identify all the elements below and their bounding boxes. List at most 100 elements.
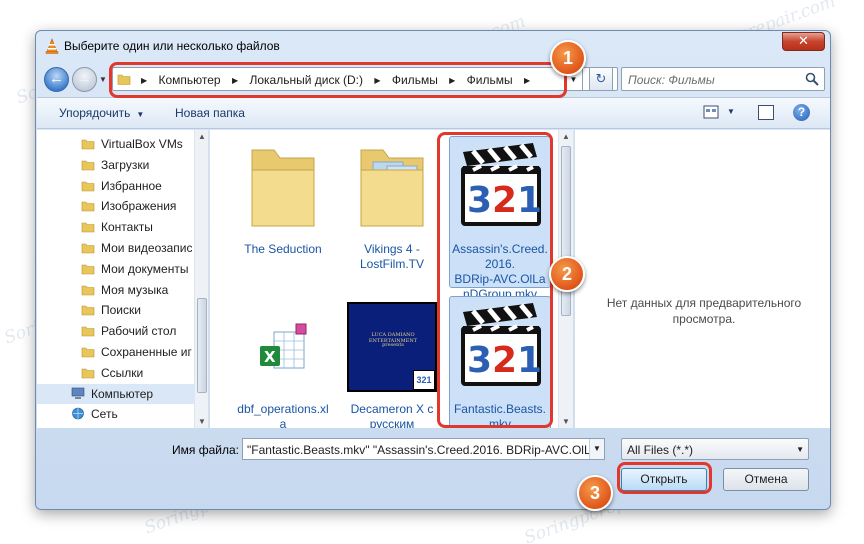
folder-icon (117, 74, 131, 85)
sidebar-item-label: Изображения (101, 199, 177, 214)
organize-button[interactable]: Упорядочить ▼ (59, 106, 144, 120)
scroll-down-icon[interactable]: ▼ (562, 417, 570, 426)
chevron-right-icon[interactable]: ▶ (374, 76, 380, 85)
folder-icon (81, 222, 95, 233)
sidebar-item[interactable]: Изображения (37, 196, 195, 216)
file-type-value: All Files (*.*) (627, 443, 694, 457)
title-bar[interactable]: Выберите один или несколько файлов ✕ (36, 31, 830, 61)
file-item[interactable]: The Seduction (232, 140, 334, 290)
chevron-right-icon[interactable]: ▶ (232, 76, 238, 85)
search-input[interactable]: Поиск: Фильмы (621, 67, 825, 91)
folder-icon (81, 326, 95, 337)
folder-icon (81, 368, 95, 379)
sidebar-item[interactable]: Мои видеозапис (37, 238, 195, 258)
back-button[interactable]: ← (44, 67, 69, 92)
breadcrumb-item[interactable]: Локальный диск (D:) (249, 73, 363, 87)
folder-icon (81, 306, 95, 316)
sidebar-item[interactable]: Контакты (37, 217, 195, 237)
sidebar-item-label: Компьютер (91, 386, 154, 401)
file-name-line: Decameron X с (350, 402, 434, 416)
sidebar-item[interactable]: Сохраненные иг (37, 342, 195, 362)
file-name-line: BDRip-AVC.OlLa (454, 272, 546, 286)
nav-scrollbar[interactable]: ▲ ▼ (194, 130, 208, 428)
sidebar-item[interactable]: Сеть (37, 404, 195, 424)
chevron-right-icon[interactable]: ▶ (141, 76, 147, 85)
sidebar-item-label: Сеть (91, 407, 118, 422)
sidebar-item[interactable]: Загрузки (37, 155, 195, 175)
sidebar-item[interactable]: Моя музыка (37, 280, 195, 300)
sidebar-item[interactable]: Ссылки (37, 363, 195, 383)
file-item[interactable]: 3 2 1 Assassin's.Creed. 2016. BDRip-AVC.OlLa n… (449, 136, 551, 301)
command-bar: Упорядочить ▼ Новая папка ▼ ? (37, 97, 830, 129)
chevron-right-icon[interactable]: ▶ (449, 76, 455, 85)
search-icon[interactable] (805, 72, 819, 86)
preview-line: Нет данных для предварительного (606, 296, 802, 310)
change-view-icon[interactable] (703, 105, 719, 119)
sidebar-item-label: Моя музыка (101, 282, 169, 297)
scroll-up-icon[interactable]: ▲ (198, 132, 206, 141)
new-folder-button[interactable]: Новая папка (175, 106, 245, 120)
scroll-thumb[interactable] (197, 298, 207, 393)
sidebar-item[interactable]: Поиски (37, 300, 195, 320)
forward-button[interactable]: → (72, 67, 97, 92)
svg-text:3: 3 (467, 180, 492, 221)
chevron-right-icon[interactable]: ▶ (524, 76, 530, 85)
cancel-button[interactable]: Отмена (723, 468, 809, 491)
sidebar-item[interactable]: VirtualBox VMs (37, 134, 195, 154)
folder-icon (81, 347, 95, 358)
file-item[interactable]: Xdbf_operations.xl a (232, 300, 334, 428)
sidebar-item-label: Избранное (101, 178, 162, 193)
filename-field[interactable]: "Fantastic.Beasts.mkv" "Assassin's.Creed… (242, 438, 605, 460)
help-button[interactable]: ? (793, 104, 810, 121)
sidebar-item[interactable]: Рабочий стол (37, 321, 195, 341)
file-name-line: dbf_operations.xl (237, 402, 329, 416)
file-list[interactable]: ▲ ▼ The Seduction Vikings 4 - LostFilm.TV 3… (210, 130, 573, 428)
preview-line: просмотра. (672, 312, 736, 326)
preview-pane-icon[interactable] (758, 105, 774, 120)
sidebar-item[interactable]: Мои документы (37, 259, 195, 279)
filename-label: Имя файла: (172, 443, 239, 457)
breadcrumb: ▶ Компьютер ▶ Локальный диск (D:) ▶ Филь… (135, 73, 538, 87)
file-name-line: LostFilm.TV (359, 257, 424, 271)
mpc-video-file-icon: 321 (455, 140, 545, 230)
file-name-line: Vikings 4 - (364, 242, 420, 256)
sidebar-item[interactable]: Избранное (37, 176, 195, 196)
scroll-up-icon[interactable]: ▲ (562, 132, 570, 141)
file-name: Assassin's.Creed. 2016. BDRip-AVC.OlLa nDGr… (449, 242, 551, 302)
scroll-down-icon[interactable]: ▼ (198, 417, 206, 426)
open-button[interactable]: Открыть (621, 468, 707, 491)
sidebar-item-label: Рабочий стол (101, 324, 177, 339)
file-name: The Seduction (232, 242, 334, 257)
navigation-pane[interactable]: ▲ ▼ VirtualBox VMs Загрузки Избранное Изобр… (37, 130, 209, 428)
file-name: Decameron X с русским (341, 402, 443, 428)
organize-label: Упорядочить (59, 106, 131, 120)
breadcrumb-item[interactable]: Фильмы (467, 73, 513, 87)
svg-text:X: X (264, 348, 276, 366)
view-dropdown-icon[interactable]: ▼ (727, 107, 735, 116)
svg-text:1: 1 (517, 340, 542, 381)
filename-value: "Fantastic.Beasts.mkv" "Assassin's.Creed… (247, 443, 602, 457)
file-name-line: mkv (489, 417, 511, 428)
video-thumb-text: presents (382, 342, 404, 348)
sidebar-item-label: Сохраненные иг (101, 345, 192, 359)
preview-pane: Нет данных для предварительного просмотр… (574, 130, 830, 428)
computer-icon (71, 387, 85, 399)
svg-text:1: 1 (517, 180, 542, 221)
file-name: Fantastic.Beasts. mkv (449, 402, 551, 428)
sidebar-item-label: Мои документы (101, 261, 189, 276)
open-file-dialog: Выберите один или несколько файлов ✕ ← →… (35, 30, 831, 510)
file-type-select[interactable]: All Files (*.*) ▼ (621, 438, 809, 460)
file-item[interactable]: Vikings 4 - LostFilm.TV (341, 140, 443, 290)
close-button[interactable]: ✕ (782, 32, 825, 51)
breadcrumb-item[interactable]: Фильмы (392, 73, 438, 87)
file-item[interactable]: 3 2 1 Fantastic.Beasts. mkv (449, 296, 551, 428)
breadcrumb-item[interactable]: Компьютер (159, 73, 221, 87)
chevron-down-icon[interactable]: ▼ (589, 439, 604, 459)
address-bar[interactable]: ▶ Компьютер ▶ Локальный диск (D:) ▶ Филь… (112, 67, 618, 91)
sidebar-item-label: Загрузки (101, 157, 150, 172)
refresh-button[interactable]: ↻ (589, 67, 613, 91)
folder-icon (81, 181, 95, 191)
history-dropdown-icon[interactable]: ▼ (99, 75, 107, 84)
sidebar-item[interactable]: Компьютер (37, 383, 195, 404)
file-item[interactable]: LUCA DAMIANO ENTERTAINMENT presents 321 Dec… (341, 300, 443, 428)
